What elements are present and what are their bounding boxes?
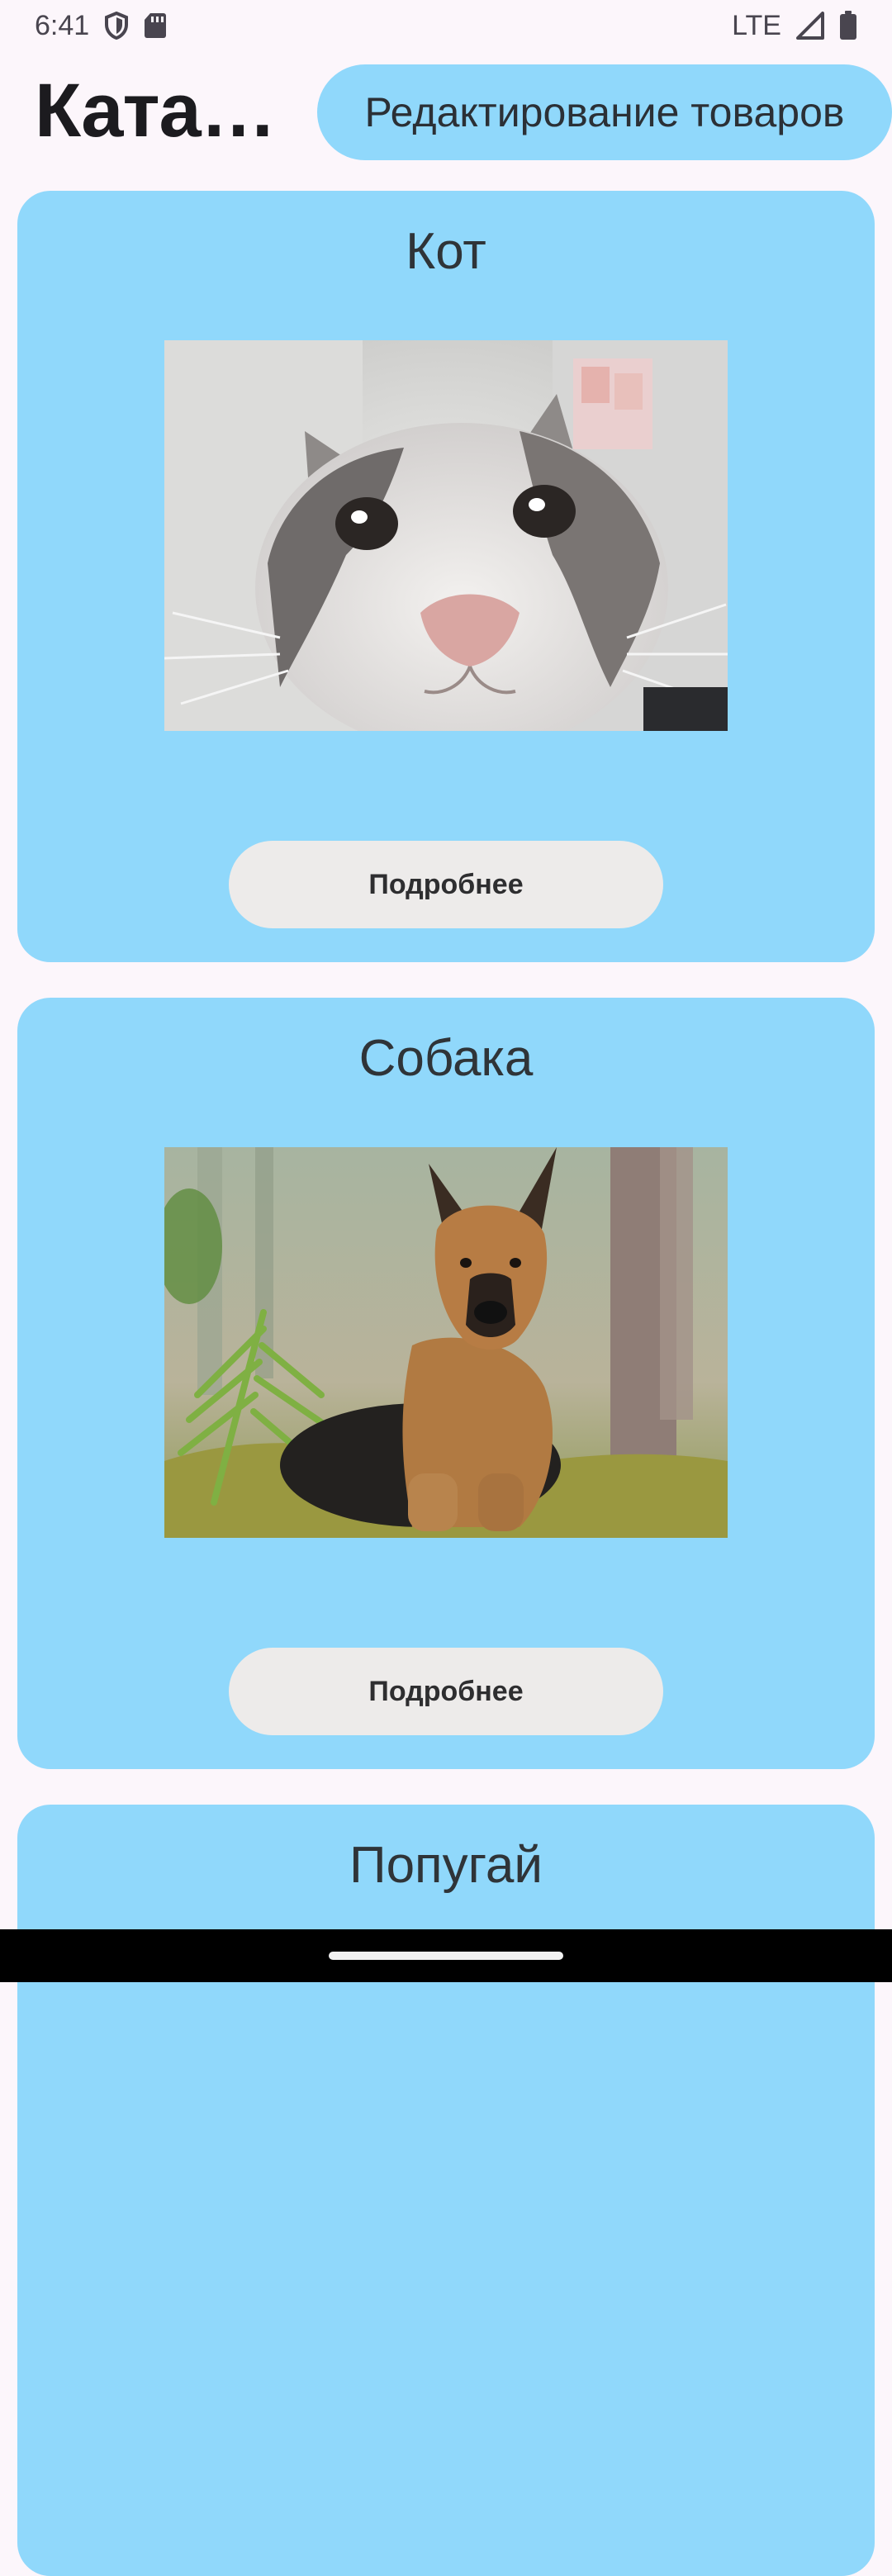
battery-icon [839, 11, 857, 40]
product-image-cat [164, 340, 728, 731]
status-time: 6:41 [35, 9, 90, 41]
page-title: Каталог [35, 69, 282, 152]
sd-card-icon [144, 12, 167, 40]
status-bar: 6:41 LTE [0, 0, 892, 51]
status-left: 6:41 [35, 10, 167, 42]
status-right: LTE [732, 10, 857, 42]
app-header: Каталог Редактирование товаров [0, 51, 892, 175]
product-image-dog [164, 1147, 728, 1538]
product-title: Собака [358, 1030, 534, 1087]
product-card: Кот Подробнее [17, 191, 875, 962]
product-card: Собака Подробнее [17, 998, 875, 1769]
details-button[interactable]: Подробнее [229, 1648, 663, 1735]
network-label: LTE [732, 9, 781, 41]
details-button[interactable]: Подробнее [229, 841, 663, 928]
home-gesture-handle[interactable] [329, 1952, 563, 1960]
system-navigation-bar [0, 1929, 892, 1982]
product-card: Попугай [17, 1805, 875, 2576]
product-title: Кот [406, 223, 486, 280]
shield-icon [104, 12, 129, 40]
signal-icon [796, 12, 824, 40]
product-title: Попугай [349, 1837, 543, 1894]
edit-products-button[interactable]: Редактирование товаров [317, 64, 892, 160]
